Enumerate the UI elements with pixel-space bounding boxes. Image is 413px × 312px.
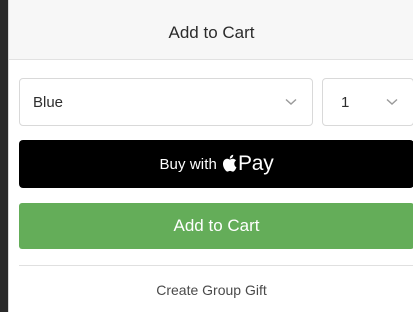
add-to-cart-panel: Add to Cart Blue 1 Buy with Pay Add to C…	[8, 0, 413, 312]
divider	[19, 265, 413, 266]
quantity-select-value: 1	[341, 93, 350, 111]
panel-title: Add to Cart	[168, 22, 255, 42]
add-to-cart-button[interactable]: Add to Cart	[19, 203, 413, 249]
apple-pay-word-label: Pay	[237, 151, 274, 175]
panel-header: Add to Cart	[9, 0, 413, 60]
apple-logo-icon	[222, 154, 237, 172]
color-select-value: Blue	[33, 93, 64, 111]
quantity-select[interactable]: 1	[322, 78, 413, 126]
add-to-cart-button-label: Add to Cart	[173, 216, 260, 235]
color-select[interactable]: Blue	[19, 78, 313, 126]
buy-with-apple-pay-button[interactable]: Buy with Pay	[19, 140, 413, 188]
chevron-down-icon	[377, 92, 407, 112]
chevron-down-icon	[276, 92, 306, 112]
create-group-gift-link[interactable]: Create Group Gift	[9, 282, 413, 298]
apple-pay-prefix-label: Buy with	[159, 155, 217, 173]
